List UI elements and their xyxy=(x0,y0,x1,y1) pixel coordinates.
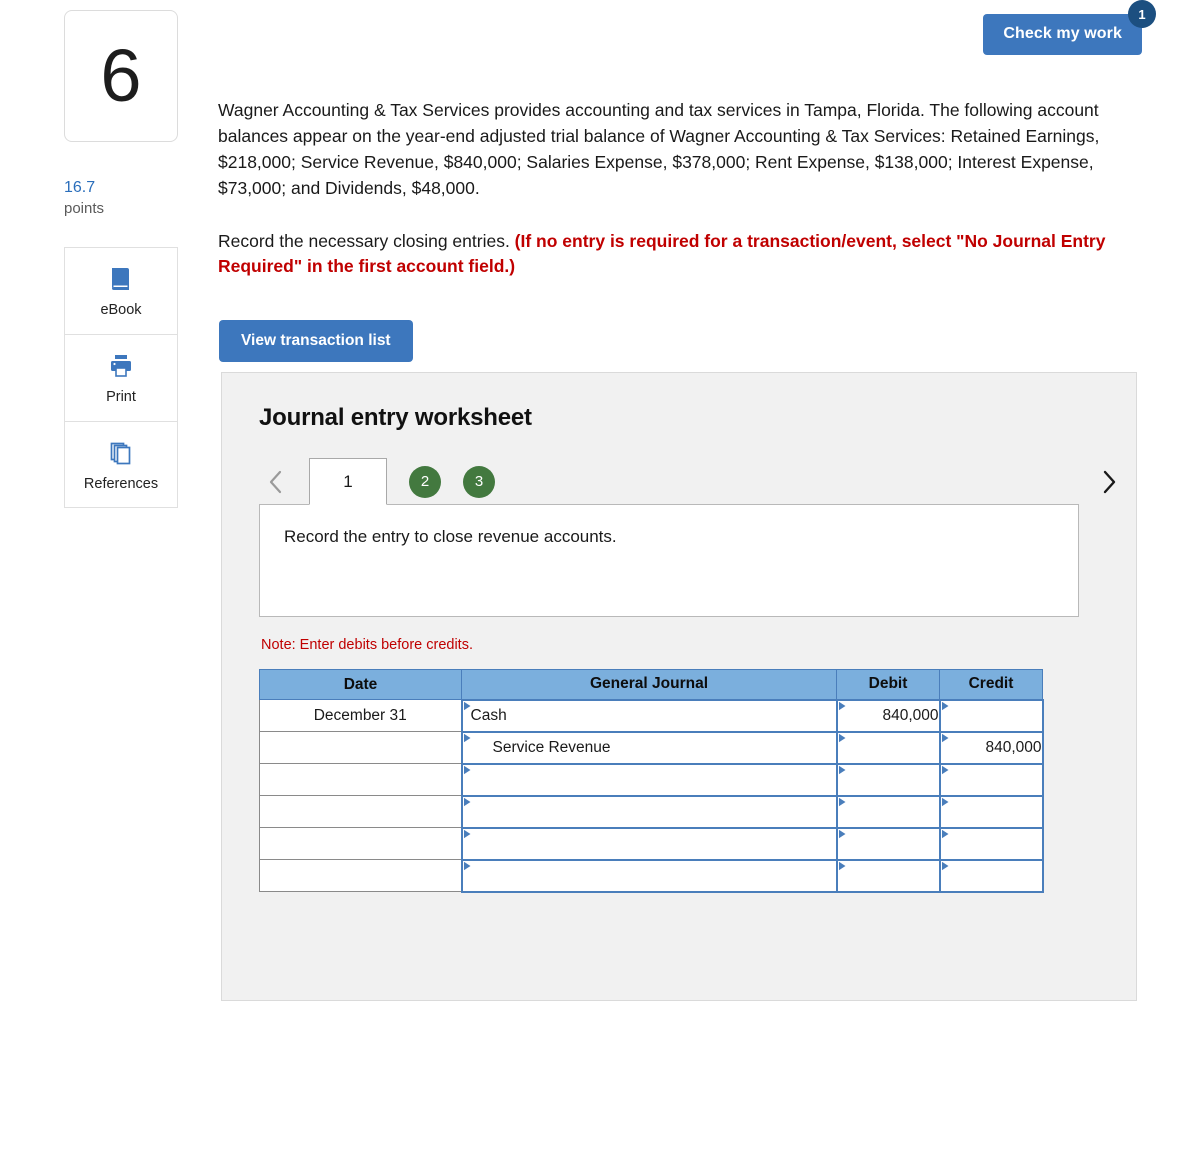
requirement-plain-text: Record the necessary closing entries. xyxy=(218,230,515,251)
date-cell[interactable] xyxy=(259,763,462,796)
column-header-date: Date xyxy=(259,669,462,700)
date-cell[interactable] xyxy=(259,827,462,860)
debits-before-credits-note: Note: Enter debits before credits. xyxy=(261,637,473,653)
dropdown-caret-icon xyxy=(941,861,949,871)
table-row xyxy=(259,762,1044,797)
tab-entry-2[interactable]: 2 xyxy=(409,465,441,498)
debit-cell[interactable]: 840,000 xyxy=(835,698,941,733)
print-button[interactable]: Print xyxy=(64,334,178,421)
left-rail: 6 16.7 points eBook Print References xyxy=(64,10,178,508)
debit-cell[interactable] xyxy=(835,762,941,797)
ebook-button[interactable]: eBook xyxy=(64,247,178,334)
journal-entry-worksheet-panel: Journal entry worksheet 1 2 3 Record the… xyxy=(221,372,1137,1001)
question-page: Check my work 1 6 16.7 points eBook Prin… xyxy=(0,0,1200,1174)
debit-cell[interactable] xyxy=(835,858,941,893)
credit-cell[interactable] xyxy=(938,858,1044,893)
column-header-debit: Debit xyxy=(836,669,940,700)
question-scenario: Wagner Accounting & Tax Services provide… xyxy=(218,100,1100,198)
references-button[interactable]: References xyxy=(64,421,178,508)
tab-entry-3[interactable]: 3 xyxy=(463,465,495,498)
column-header-general-journal: General Journal xyxy=(461,669,837,700)
view-transaction-list-button[interactable]: View transaction list xyxy=(219,320,413,362)
table-row: December 31 Cash 840,000 xyxy=(259,698,1044,733)
date-cell[interactable] xyxy=(259,859,462,892)
points-label: points xyxy=(64,200,105,217)
dropdown-caret-icon xyxy=(941,765,949,775)
debit-value: 840,000 xyxy=(882,706,939,724)
credit-cell[interactable]: 840,000 xyxy=(938,730,1044,765)
question-number-card: 6 xyxy=(64,10,178,142)
check-my-work-container: Check my work 1 xyxy=(983,0,1156,55)
entry-prompt-text: Record the entry to close revenue accoun… xyxy=(284,527,617,546)
dropdown-caret-icon xyxy=(838,797,846,807)
table-row xyxy=(259,858,1044,893)
points-value: 16.7 xyxy=(64,179,96,196)
book-icon xyxy=(106,264,136,294)
entry-prompt-box: Record the entry to close revenue accoun… xyxy=(259,504,1079,617)
debit-cell[interactable] xyxy=(835,826,941,861)
account-cell[interactable]: Service Revenue xyxy=(460,730,838,765)
dropdown-caret-icon xyxy=(941,701,949,711)
references-label: References xyxy=(83,475,159,492)
dropdown-caret-icon xyxy=(941,733,949,743)
credit-cell[interactable] xyxy=(938,794,1044,829)
question-body: Wagner Accounting & Tax Services provide… xyxy=(218,98,1148,280)
dropdown-caret-icon xyxy=(941,797,949,807)
ebook-label: eBook xyxy=(100,302,142,318)
worksheet-tab-row: 1 2 3 xyxy=(259,458,1136,505)
account-cell[interactable] xyxy=(460,794,838,829)
printer-icon xyxy=(106,351,136,381)
column-header-credit: Credit xyxy=(939,669,1043,700)
dropdown-caret-icon xyxy=(838,861,846,871)
question-requirement: Record the necessary closing entries. (I… xyxy=(218,229,1148,281)
table-header-row: Date General Journal Debit Credit xyxy=(259,669,1043,700)
tool-button-stack: eBook Print References xyxy=(64,247,178,508)
table-row: Service Revenue 840,000 xyxy=(259,730,1044,765)
journal-entry-table: Date General Journal Debit Credit Decemb… xyxy=(259,669,1044,893)
account-cell[interactable]: Cash xyxy=(460,698,838,733)
account-cell[interactable] xyxy=(460,858,838,893)
dropdown-caret-icon xyxy=(838,733,846,743)
account-cell[interactable] xyxy=(460,826,838,861)
account-value: Cash xyxy=(470,706,507,724)
credit-cell[interactable] xyxy=(938,826,1044,861)
dropdown-caret-icon xyxy=(941,829,949,839)
tab-entry-1[interactable]: 1 xyxy=(309,458,387,505)
account-value: Service Revenue xyxy=(492,738,611,756)
pages-icon xyxy=(106,438,136,468)
check-my-work-badge: 1 xyxy=(1128,0,1156,28)
dropdown-caret-icon xyxy=(838,829,846,839)
debit-cell[interactable] xyxy=(835,794,941,829)
table-row xyxy=(259,794,1044,829)
debit-cell[interactable] xyxy=(835,730,941,765)
table-row xyxy=(259,826,1044,861)
previous-entry-chevron-icon[interactable] xyxy=(259,465,293,499)
account-cell[interactable] xyxy=(460,762,838,797)
date-cell[interactable] xyxy=(259,795,462,828)
print-label: Print xyxy=(106,389,136,405)
question-number: 6 xyxy=(100,34,142,117)
credit-cell[interactable] xyxy=(938,698,1044,733)
check-my-work-button[interactable]: Check my work xyxy=(983,14,1142,55)
next-entry-chevron-icon[interactable] xyxy=(1092,465,1126,499)
credit-cell[interactable] xyxy=(938,762,1044,797)
date-cell[interactable] xyxy=(259,731,462,764)
credit-value: 840,000 xyxy=(985,738,1042,756)
dropdown-caret-icon xyxy=(838,765,846,775)
worksheet-title: Journal entry worksheet xyxy=(259,404,532,431)
date-cell[interactable]: December 31 xyxy=(259,699,462,732)
dropdown-caret-icon xyxy=(838,701,846,711)
